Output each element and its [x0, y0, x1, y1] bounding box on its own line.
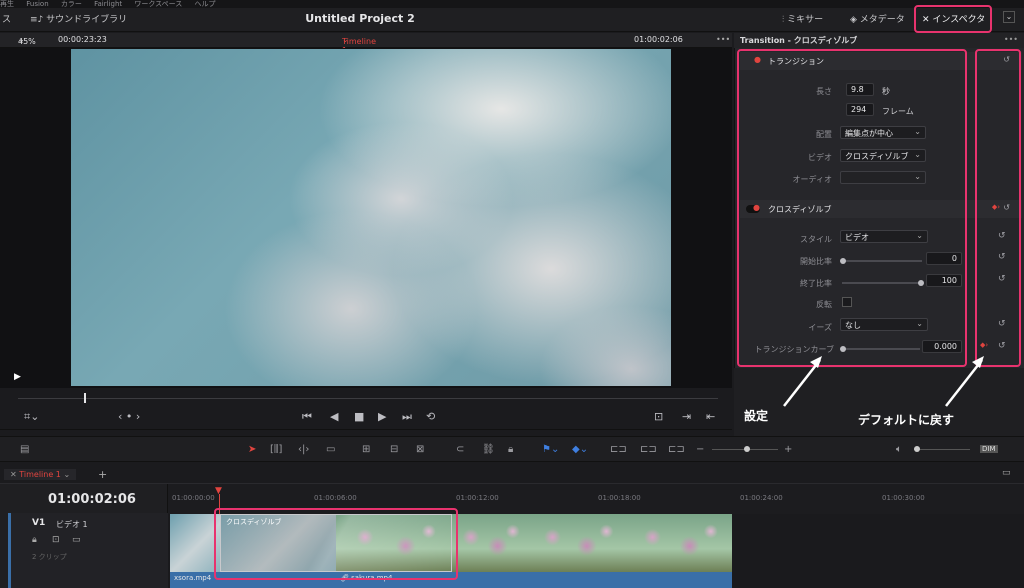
- timeline-select[interactable]: Timeline 1 ⌄: [342, 35, 376, 55]
- chevron-down-icon[interactable]: ⌄: [1003, 11, 1015, 23]
- zoom-select[interactable]: 45% ⌄: [18, 35, 36, 46]
- zoom-detail-icon[interactable]: ⊏⊐: [640, 444, 657, 455]
- transport-controls: ⌗⌄ ‹ • › ⏮ ◀ ■ ▶ ⏭ ⟲ ⊡ ⇥ ⇤: [0, 404, 732, 430]
- ruler-tick: 01:00:30:00: [882, 494, 925, 502]
- marker-icon[interactable]: ◆⌄: [572, 444, 588, 455]
- topbar-left-label[interactable]: ス: [2, 12, 11, 25]
- menu-item-fairlight[interactable]: Fairlight: [94, 0, 122, 8]
- dynamic-trim-icon[interactable]: ‹|›: [298, 444, 309, 455]
- dim-button[interactable]: DIM: [980, 445, 998, 453]
- track-header-panel: 01:00:02:06 V1 ビデオ 1 🔒︎ ⊡ ▭ 2 クリップ: [0, 484, 168, 588]
- go-to-start-icon[interactable]: ⏮: [302, 410, 312, 424]
- menu-item-play[interactable]: 再生: [0, 0, 14, 8]
- zoom-in-icon[interactable]: +: [784, 444, 792, 455]
- menu-item-workspace[interactable]: ワークスペース: [134, 0, 182, 8]
- timeline-options-icon[interactable]: ▤: [20, 444, 29, 455]
- tab-timeline-1[interactable]: ✕ Timeline 1 ⌄: [4, 469, 77, 480]
- zoom-custom-icon[interactable]: ⊏⊐: [668, 444, 685, 455]
- source-timecode: 00:00:23:23: [58, 35, 107, 44]
- menu-item-fusion[interactable]: Fusion: [26, 0, 48, 8]
- viewer-header: 45% ⌄ 00:00:23:23 Timeline 1 ⌄ 01:00:02:…: [0, 33, 732, 55]
- ruler-tick: 01:00:12:00: [456, 494, 499, 502]
- flag-icon[interactable]: ⚑⌄: [542, 444, 559, 455]
- track-label: ビデオ 1: [56, 520, 88, 529]
- play-reverse-icon[interactable]: ◀: [330, 410, 338, 423]
- sound-library-button[interactable]: ≡♪ サウンドライブラリ: [30, 12, 127, 25]
- ruler-tick: 01:00:06:00: [314, 494, 357, 502]
- settings-annotation: 設定: [744, 409, 769, 423]
- link-icon[interactable]: ⛓: [482, 444, 495, 455]
- play-marker-icon: ▶: [14, 372, 21, 382]
- play-icon[interactable]: ▶: [378, 410, 386, 423]
- clip-sakura-2[interactable]: [528, 514, 626, 572]
- zoom-knob[interactable]: [744, 446, 750, 452]
- insert-clip-icon[interactable]: ⊞: [362, 444, 370, 455]
- clip-count: 2 クリップ: [32, 553, 67, 561]
- ruler-tick: 01:00:18:00: [598, 494, 641, 502]
- lock-icon[interactable]: 🔒︎: [508, 444, 513, 455]
- annotation-arrows: [783, 356, 984, 407]
- jog-control-icon[interactable]: ‹ • ›: [118, 410, 140, 423]
- sound-library-icon: ≡♪: [30, 15, 47, 25]
- close-icon: ✕: [10, 470, 20, 479]
- settings-highlight-box: [737, 49, 967, 367]
- clip-select-icon[interactable]: ⌗⌄: [24, 410, 39, 424]
- add-tab-icon[interactable]: +: [98, 468, 107, 481]
- timeline-timecode: 01:00:02:06: [48, 492, 136, 507]
- auto-select-icon[interactable]: ⊡: [52, 535, 60, 545]
- trim-tool-icon[interactable]: [⫼]: [270, 444, 282, 455]
- match-frame-icon[interactable]: ⊡: [654, 410, 663, 423]
- project-title: Untitled Project 2: [305, 12, 415, 25]
- track-name: V1: [32, 518, 46, 528]
- go-to-end-icon[interactable]: ⏭: [402, 410, 412, 424]
- snap-icon[interactable]: ⊂: [456, 444, 464, 455]
- next-edit-icon[interactable]: ⇥: [682, 410, 691, 423]
- inspector-highlight-box: [914, 5, 992, 33]
- zoom-out-icon[interactable]: −: [696, 444, 704, 455]
- metadata-button[interactable]: ◈ メタデータ: [850, 12, 905, 25]
- clip-xsora[interactable]: [170, 514, 220, 572]
- speaker-icon[interactable]: 🔈︎: [896, 444, 902, 455]
- menu-item-help[interactable]: ヘルプ: [195, 0, 216, 8]
- volume-knob[interactable]: [914, 446, 920, 452]
- blade-tool-icon[interactable]: ▭: [326, 444, 335, 455]
- timeline-toolbar: ▤ ➤ [⫼] ‹|› ▭ ⊞ ⊟ ⊠ ⊂ ⛓ 🔒︎ ⚑⌄ ◆⌄ ⊏⊐ ⊏⊐ ⊏…: [0, 436, 1024, 462]
- selection-tool-icon[interactable]: ➤: [248, 444, 256, 455]
- record-timecode: 01:00:02:06: [634, 35, 683, 44]
- inspector-title: Transition - クロスディゾルブ •••: [734, 33, 1024, 48]
- track-lock-icon[interactable]: 🔒︎: [32, 535, 37, 545]
- more-options-icon[interactable]: •••: [716, 35, 730, 44]
- top-bar: ス ≡♪ サウンドライブラリ Untitled Project 2 ⫶ ミキサー…: [0, 8, 1024, 32]
- scrub-track: [18, 398, 718, 399]
- more-options-icon[interactable]: •••: [1004, 35, 1018, 44]
- zoom-full-icon[interactable]: ⊏⊐: [610, 444, 627, 455]
- track-visibility-icon[interactable]: ▭: [72, 535, 81, 545]
- transition-highlight-box: [214, 508, 458, 580]
- prev-edit-icon[interactable]: ⇤: [706, 410, 715, 423]
- replace-clip-icon[interactable]: ⊠: [416, 444, 424, 455]
- timeline-menu-icon[interactable]: ▭: [1002, 468, 1011, 478]
- loop-icon[interactable]: ⟲: [426, 410, 435, 423]
- stop-icon[interactable]: ■: [354, 410, 364, 423]
- reset-highlight-box: [975, 49, 1021, 367]
- timeline-tabs: ✕ Timeline 1 ⌄ + ▭: [0, 466, 1024, 484]
- clip-sakura-1[interactable]: [452, 514, 528, 572]
- metadata-icon: ◈: [850, 15, 860, 25]
- viewer-frame-clouds: [71, 49, 671, 386]
- scrub-playhead[interactable]: [84, 393, 86, 403]
- overwrite-clip-icon[interactable]: ⊟: [390, 444, 398, 455]
- ruler-tick: 01:00:00:00: [172, 494, 215, 502]
- menu-item-color[interactable]: カラー: [61, 0, 82, 8]
- ruler-tick: 01:00:24:00: [740, 494, 783, 502]
- volume-slider[interactable]: [914, 449, 970, 450]
- mixer-button[interactable]: ⫶ ミキサー: [782, 12, 823, 25]
- clip-sakura-3[interactable]: [626, 514, 732, 572]
- reset-default-annotation: デフォルトに戻す: [858, 413, 955, 427]
